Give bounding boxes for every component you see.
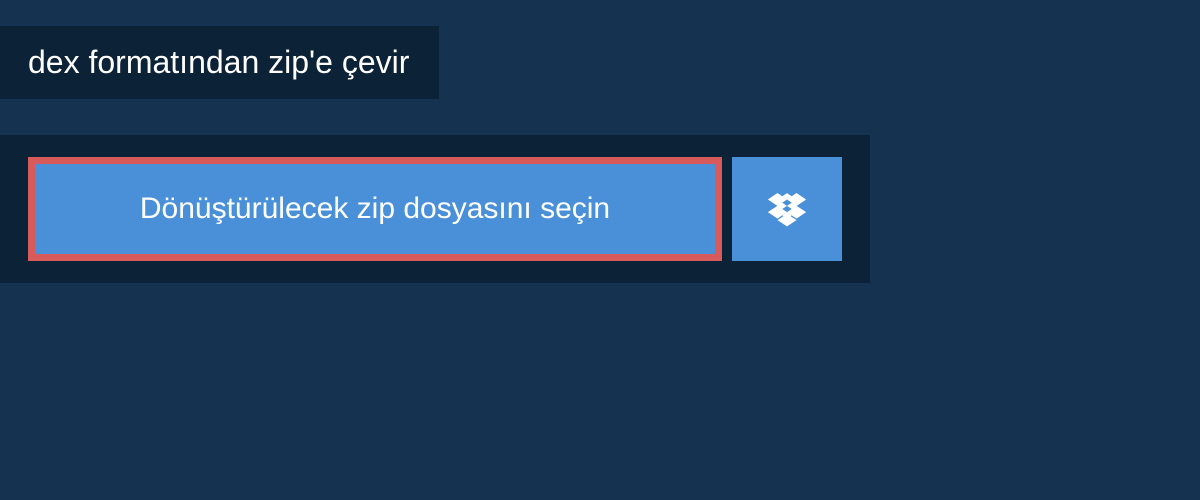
dropbox-icon <box>768 190 806 228</box>
header-tab: dex formatından zip'e çevir <box>0 26 439 99</box>
select-file-label: Dönüştürülecek zip dosyasını seçin <box>140 192 610 226</box>
select-file-button[interactable]: Dönüştürülecek zip dosyasını seçin <box>28 157 722 261</box>
upload-section: Dönüştürülecek zip dosyasını seçin <box>0 135 870 283</box>
dropbox-button[interactable] <box>732 157 842 261</box>
page-title: dex formatından zip'e çevir <box>28 44 409 80</box>
